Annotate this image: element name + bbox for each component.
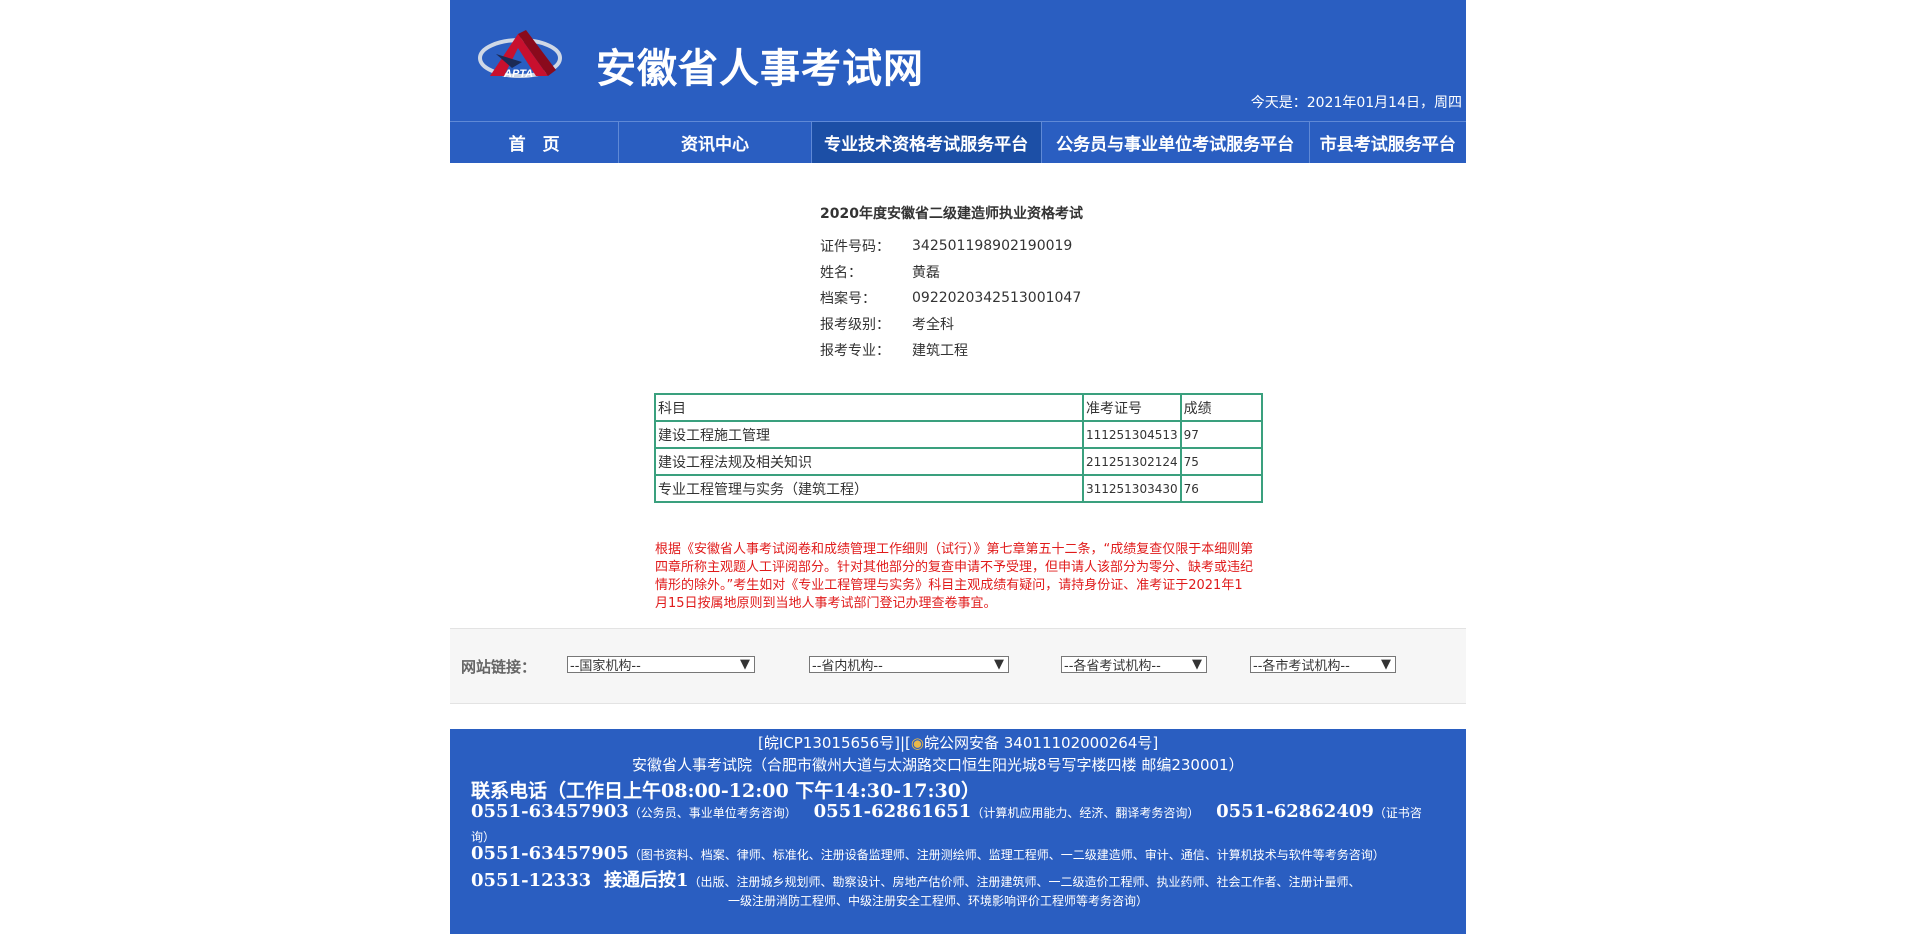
select-value: --各省考试机构-- <box>1064 659 1161 674</box>
ticket-cell: 311251303430 <box>1082 474 1182 503</box>
info-value: 0922020342513001047 <box>912 290 1082 306</box>
phone-number: 0551-62861651 <box>813 801 972 822</box>
links-label: 网站链接： <box>461 658 537 676</box>
score-table: 科目 准考证号 成绩 建设工程施工管理 111251304513 97 建设工程… <box>654 393 1264 503</box>
apta-logo-icon[interactable]: APTA <box>478 28 578 82</box>
score-cell: 75 <box>1179 447 1264 476</box>
select-value: --省内机构-- <box>812 659 883 674</box>
info-label: 姓名： <box>820 265 862 281</box>
select-value: --国家机构-- <box>570 659 641 674</box>
select-value: --各市考试机构-- <box>1253 659 1350 674</box>
info-label: 档案号： <box>820 291 876 307</box>
dropdown-arrow-icon: ▼ <box>1381 657 1391 672</box>
table-header-row: 科目 准考证号 成绩 <box>654 393 1264 422</box>
phone-desc: （公务员、事业单位考务咨询） <box>628 806 797 820</box>
national-agencies-select[interactable]: --国家机构-- ▼ <box>567 656 755 674</box>
ticket-cell: 111251304513 <box>1082 420 1182 449</box>
score-cell: 97 <box>1179 420 1264 449</box>
phone-line-1: 0551-63457903（公务员、事业单位考务咨询） 0551-6286165… <box>471 801 1422 822</box>
info-major: 报考专业： 建筑工程 <box>820 337 1081 363</box>
nav-news[interactable]: 资讯中心 <box>619 122 812 163</box>
site-header: APTA 安徽省人事考试网 今天是：2021年01月14日，周四 <box>450 0 1466 121</box>
main-nav: 首 页 资讯中心 专业技术资格考试服务平台 公务员与事业单位考试服务平台 市县考… <box>450 121 1466 163</box>
site-footer: [皖ICP13015656号]|[◉皖公网安备 34011102000264号]… <box>450 729 1466 934</box>
header-cell: 成绩 <box>1179 393 1264 422</box>
table-row: 专业工程管理与实务（建筑工程） 311251303430 76 <box>654 474 1264 503</box>
info-label: 报考专业： <box>820 343 890 359</box>
phone-desc: （证书咨 <box>1373 806 1422 820</box>
nav-civil-service-platform[interactable]: 公务员与事业单位考试服务平台 <box>1042 122 1310 163</box>
phone-desc-wrap: 一级注册消防工程师、中级注册安全工程师、环境影响评价工程师等考务咨询） <box>728 894 1149 908</box>
city-exam-agencies-select[interactable]: --各市考试机构-- ▼ <box>1250 656 1396 674</box>
info-value: 342501198902190019 <box>912 238 1073 254</box>
nav-home[interactable]: 首 页 <box>450 122 620 163</box>
info-id: 证件号码： 342501198902190019 <box>820 233 1081 259</box>
phone-line-2: 0551-63457905（图书资料、档案、律师、标准化、注册设备监理师、注册测… <box>471 843 1385 864</box>
phone-number: 0551-12333 <box>471 870 592 891</box>
dropdown-arrow-icon: ▼ <box>740 657 750 672</box>
ticket-cell: 211251302124 <box>1082 447 1182 476</box>
info-label: 报考级别： <box>820 317 890 333</box>
police-badge-icon: ◉ <box>910 734 924 752</box>
phone-desc: （计算机应用能力、经济、翻译考务咨询） <box>971 806 1200 820</box>
svg-text:APTA: APTA <box>503 68 533 80</box>
table-row: 建设工程法规及相关知识 211251302124 75 <box>654 447 1264 476</box>
info-archive: 档案号： 0922020342513001047 <box>820 285 1081 311</box>
info-value: 建筑工程 <box>912 343 968 359</box>
subject-cell: 建设工程法规及相关知识 <box>654 447 1084 476</box>
subject-cell: 专业工程管理与实务（建筑工程） <box>654 474 1084 503</box>
review-notice: 根据《安徽省人事考试阅卷和成绩管理工作细则（试行）》第七章第五十二条，“成绩复查… <box>655 542 1254 611</box>
site-links-bar: 网站链接： --国家机构-- ▼ --省内机构-- ▼ --各省考试机构-- ▼ --… <box>450 628 1466 704</box>
nav-professional-platform[interactable]: 专业技术资格考试服务平台 <box>811 122 1042 163</box>
phone-number: 0551-62862409 <box>1216 801 1374 822</box>
info-name: 姓名： 黄磊 <box>820 259 1081 285</box>
info-level: 报考级别： 考全科 <box>820 311 1081 337</box>
nav-city-platform[interactable]: 市县考试服务平台 <box>1310 122 1466 163</box>
provincial-agencies-select[interactable]: --省内机构-- ▼ <box>809 656 1009 674</box>
site-title: 安徽省人事考试网 <box>596 46 924 92</box>
info-value: 考全科 <box>912 317 954 333</box>
phone-desc: （出版、注册城乡规划师、勘察设计、房地产估价师、注册建筑师、一二级造价工程师、执… <box>688 875 1361 889</box>
info-label: 证件号码： <box>820 239 890 255</box>
icp-line: [皖ICP13015656号]|[◉皖公网安备 34011102000264号] <box>758 732 1158 753</box>
dropdown-arrow-icon: ▼ <box>994 657 1004 672</box>
phone-desc: （图书资料、档案、律师、标准化、注册设备监理师、注册测绘师、监理工程师、一二级建… <box>628 848 1385 862</box>
result-content: 2020年度安徽省二级建造师执业资格考试 证件号码： 34250119890219… <box>450 163 1466 628</box>
exam-title: 2020年度安徽省二级建造师执业资格考试 <box>820 206 1083 222</box>
info-value: 黄磊 <box>912 265 940 281</box>
contact-hours: 联系电话（工作日上午08:00-12:00 下午14:30-17:30） <box>471 780 980 802</box>
phone-number: 0551-63457905 <box>471 843 629 864</box>
candidate-info: 证件号码： 342501198902190019 姓名： 黄磊 档案号： 092202… <box>820 233 1081 363</box>
phone-line-3: 0551-12333 接通后按1（出版、注册城乡规划师、勘察设计、房地产估价师、… <box>471 866 1361 892</box>
subject-cell: 建设工程施工管理 <box>654 420 1084 449</box>
footer-address: 安徽省人事考试院（合肥市徽州大道与太湖路交口恒生阳光城8号写字楼四楼 邮编230… <box>632 756 1244 774</box>
page: APTA 安徽省人事考试网 今天是：2021年01月14日，周四 首 页 资讯中… <box>450 0 1466 934</box>
icp-link[interactable]: [皖ICP13015656号]|[ <box>758 734 911 752</box>
phone-extension: 接通后按1 <box>603 870 689 891</box>
table-row: 建设工程施工管理 111251304513 97 <box>654 420 1264 449</box>
police-record-link[interactable]: 皖公网安备 34011102000264号] <box>924 734 1158 752</box>
current-date: 今天是：2021年01月14日，周四 <box>1250 95 1462 111</box>
score-cell: 76 <box>1179 474 1264 503</box>
dropdown-arrow-icon: ▼ <box>1192 657 1202 672</box>
phone-number: 0551-63457903 <box>471 801 629 822</box>
header-cell: 科目 <box>654 393 1084 422</box>
header-cell: 准考证号 <box>1082 393 1182 422</box>
province-exam-agencies-select[interactable]: --各省考试机构-- ▼ <box>1061 656 1207 674</box>
